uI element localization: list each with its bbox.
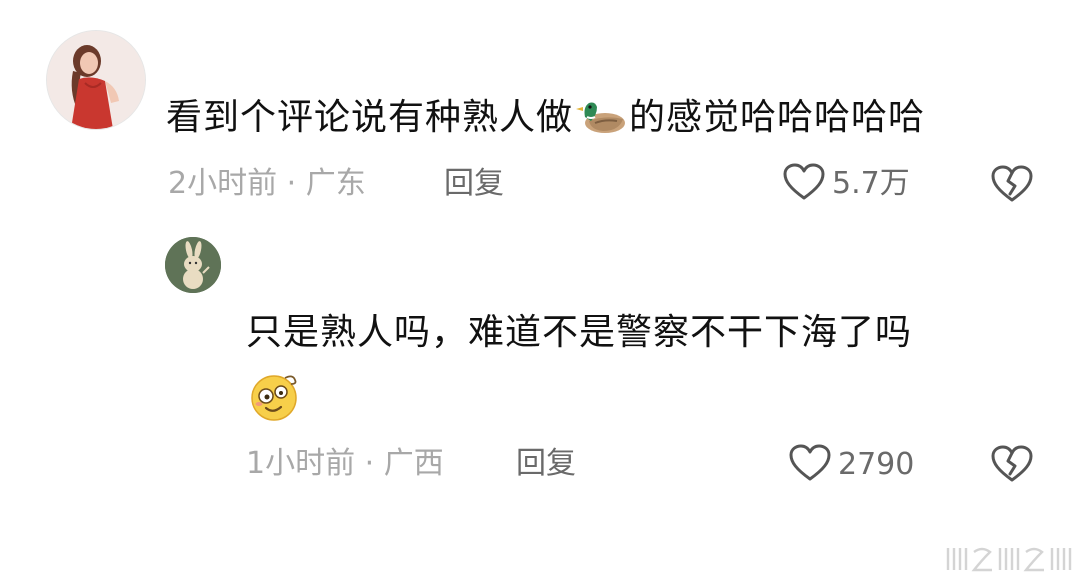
reply-text: 只是熟人吗，难道不是警察不干下海了吗 — [246, 312, 913, 353]
duck-emoji — [575, 93, 627, 137]
heart-outline-icon — [782, 162, 826, 206]
watermark — [944, 542, 1072, 576]
commenter-avatar[interactable] — [46, 30, 146, 130]
reply-meta: 1小时前 · 广西 — [246, 444, 444, 484]
comment-text: 看到个评论说有种熟人做 的感觉哈哈哈哈哈 — [166, 93, 925, 143]
comment-location: 广东 — [305, 166, 366, 201]
like-count: 2790 — [838, 447, 915, 482]
like-button[interactable]: 5.7万 — [782, 162, 910, 206]
reply-button[interactable]: 回复 — [516, 444, 576, 484]
like-button[interactable]: 2790 — [788, 443, 914, 487]
dazed-face-emoji — [247, 370, 303, 422]
comment-time: 2小时前 — [168, 166, 278, 201]
reply-location: 广西 — [383, 446, 444, 481]
broken-heart-icon — [990, 444, 1034, 488]
dislike-button[interactable] — [990, 164, 1034, 208]
comment-meta: 2小时前 · 广东 — [168, 164, 366, 204]
reply-button[interactable]: 回复 — [444, 164, 504, 204]
reply-time: 1小时前 — [246, 446, 356, 481]
comment-text-part1: 看到个评论说有种熟人做 — [166, 97, 574, 138]
comment-text-part2: 的感觉哈哈哈哈哈 — [629, 97, 926, 138]
broken-heart-icon — [990, 164, 1034, 208]
rabbit-avatar-image — [165, 237, 221, 293]
reply-avatar[interactable] — [165, 237, 221, 293]
heart-outline-icon — [788, 443, 832, 487]
avatar-portrait-image — [47, 31, 145, 129]
dislike-button[interactable] — [990, 444, 1034, 488]
like-count: 5.7万 — [832, 166, 910, 201]
meta-separator: · — [364, 446, 375, 481]
meta-separator: · — [286, 166, 297, 201]
